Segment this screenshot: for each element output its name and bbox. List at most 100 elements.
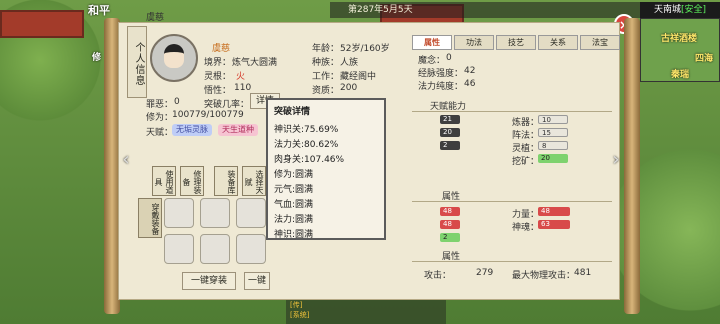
popup-title: 突破详情 bbox=[274, 107, 311, 117]
minimap-label: 古祥酒楼 bbox=[661, 34, 698, 44]
chat-line: [传] bbox=[290, 301, 303, 309]
accessory-slot[interactable] bbox=[236, 198, 266, 228]
select-talent-button[interactable]: 选择天赋 bbox=[242, 166, 266, 196]
popup-row: 法力关:80.62% bbox=[274, 140, 339, 150]
mind-label: 魔念： bbox=[418, 56, 446, 66]
popup-row: 元气:圆满 bbox=[274, 185, 314, 195]
left-bar: 20 bbox=[440, 128, 460, 137]
cultivation-value: 100779/100779 bbox=[172, 110, 244, 120]
soul-value: 63 bbox=[538, 220, 570, 229]
map-building bbox=[0, 10, 84, 38]
popup-row: 神识关:75.69% bbox=[274, 125, 339, 135]
attack-label: 攻击： bbox=[424, 271, 452, 281]
minimap[interactable]: 古祥酒楼 四海 秦瑞 bbox=[640, 18, 720, 82]
alchemy-value: 10 bbox=[538, 115, 568, 124]
divider bbox=[412, 111, 612, 112]
profile-vertical-tag: 个人信息 bbox=[127, 26, 147, 98]
breakthrough-label: 突破几率： bbox=[204, 100, 250, 110]
comprehension-value: 110 bbox=[234, 83, 252, 93]
tab-attributes[interactable]: 属性 bbox=[412, 35, 452, 50]
meridian-label: 经脉强度： bbox=[418, 69, 464, 79]
divider bbox=[412, 201, 612, 202]
spirit-label: 灵植： bbox=[512, 144, 540, 154]
ring-slot[interactable] bbox=[236, 234, 266, 264]
panel-tabs: 属性 功法 技艺 关系 法宝 bbox=[412, 35, 620, 50]
race-label: 种族： bbox=[312, 58, 340, 68]
cultivation-label: 修为： bbox=[146, 113, 174, 123]
wear-all-button[interactable]: 一键穿装 bbox=[182, 272, 236, 290]
root-value: 火 bbox=[236, 72, 246, 82]
use-item-button[interactable]: 使用道具 bbox=[152, 166, 176, 196]
talent-label: 天赋： bbox=[146, 128, 174, 138]
hud-left-mid: 修 bbox=[92, 53, 102, 63]
crime-value: 0 bbox=[174, 97, 180, 107]
left-bar: 48 bbox=[440, 207, 460, 216]
minimap-label: 秦瑞 bbox=[671, 70, 690, 80]
breakthrough-detail-popup: 突破详情 神识关:75.69% 法力关:80.62% 肉身关:107.46% 修… bbox=[266, 98, 386, 240]
left-bar: 2 bbox=[440, 141, 460, 150]
soul-label: 神魂： bbox=[512, 223, 540, 233]
city-name: 天南城 bbox=[653, 5, 681, 15]
mine-label: 挖矿： bbox=[512, 157, 540, 167]
job-label: 工作： bbox=[312, 72, 340, 82]
crime-label: 罪恶： bbox=[146, 100, 174, 110]
unequip-button[interactable]: 一键 bbox=[244, 272, 270, 290]
scroll-rod-right bbox=[624, 18, 640, 314]
chevron-right-icon[interactable]: › bbox=[610, 150, 622, 170]
talent-badge[interactable]: 天生道种 bbox=[218, 124, 258, 136]
armor-slot[interactable] bbox=[164, 234, 194, 264]
tab-crafts[interactable]: 技艺 bbox=[496, 35, 536, 50]
power-label: 力量： bbox=[512, 210, 540, 220]
attack-value: 279 bbox=[476, 268, 494, 278]
comprehension-label: 悟性： bbox=[204, 86, 232, 96]
age-label: 年龄： bbox=[312, 44, 340, 54]
array-label: 阵法： bbox=[512, 131, 540, 141]
spirit-value: 8 bbox=[538, 141, 568, 150]
aptitude-label: 资质： bbox=[312, 86, 340, 96]
character-name: 虞慈 bbox=[212, 44, 231, 54]
orb-slot[interactable] bbox=[200, 234, 230, 264]
root-label: 灵根： bbox=[204, 72, 232, 82]
job-value: 藏经阁中 bbox=[340, 72, 377, 82]
meridian-value: 42 bbox=[464, 66, 476, 76]
max-attack-value: 481 bbox=[574, 268, 592, 278]
city-indicator: 天南城[安全] bbox=[640, 2, 720, 18]
tab-treasures[interactable]: 法宝 bbox=[580, 35, 620, 50]
mind-value: 0 bbox=[446, 53, 452, 63]
realm-label: 境界： bbox=[204, 58, 232, 68]
max-attack-label: 最大物理攻击： bbox=[512, 271, 576, 281]
race-value: 人族 bbox=[340, 58, 359, 68]
safety-status: [安全] bbox=[680, 5, 707, 15]
chevron-left-icon[interactable]: ‹ bbox=[120, 150, 132, 170]
realm-value: 炼气大圆满 bbox=[232, 58, 278, 68]
repair-equipment-button[interactable]: 修理装备 bbox=[180, 166, 204, 196]
age-value: 52岁/160岁 bbox=[340, 44, 390, 54]
popup-row: 神识:圆满 bbox=[274, 230, 314, 240]
aptitude-value: 200 bbox=[340, 83, 358, 93]
chat-box[interactable]: [传] [系统] bbox=[286, 300, 446, 324]
name-above: 虞慈 bbox=[146, 13, 165, 23]
array-value: 15 bbox=[538, 128, 568, 137]
helmet-slot[interactable] bbox=[164, 198, 194, 228]
popup-row: 肉身关:107.46% bbox=[274, 155, 345, 165]
top-ticker: 第287年5月5天 bbox=[330, 2, 650, 18]
equip-tag: 穿戴装备 bbox=[138, 198, 162, 238]
alchemy-label: 炼器： bbox=[512, 118, 540, 128]
equipment-storage-button[interactable]: 装备库 bbox=[214, 166, 238, 196]
left-bar: 21 bbox=[440, 115, 460, 124]
avatar[interactable] bbox=[150, 34, 198, 82]
mine-value: 20 bbox=[538, 154, 568, 163]
hud-left-top: 和平 bbox=[88, 4, 110, 17]
mana-label: 法力纯度： bbox=[418, 82, 464, 92]
mana-value: 46 bbox=[464, 79, 476, 89]
left-bar: 2 bbox=[440, 233, 460, 242]
talent-badge[interactable]: 无垢灵脉 bbox=[172, 124, 212, 136]
tab-relations[interactable]: 关系 bbox=[538, 35, 578, 50]
chat-line: [系统] bbox=[290, 311, 310, 319]
divider bbox=[412, 261, 612, 262]
left-bar: 48 bbox=[440, 220, 460, 229]
weapon-slot[interactable] bbox=[200, 198, 230, 228]
popup-row: 法力:圆满 bbox=[274, 215, 314, 225]
tab-skills[interactable]: 功法 bbox=[454, 35, 494, 50]
power-value: 48 bbox=[538, 207, 570, 216]
